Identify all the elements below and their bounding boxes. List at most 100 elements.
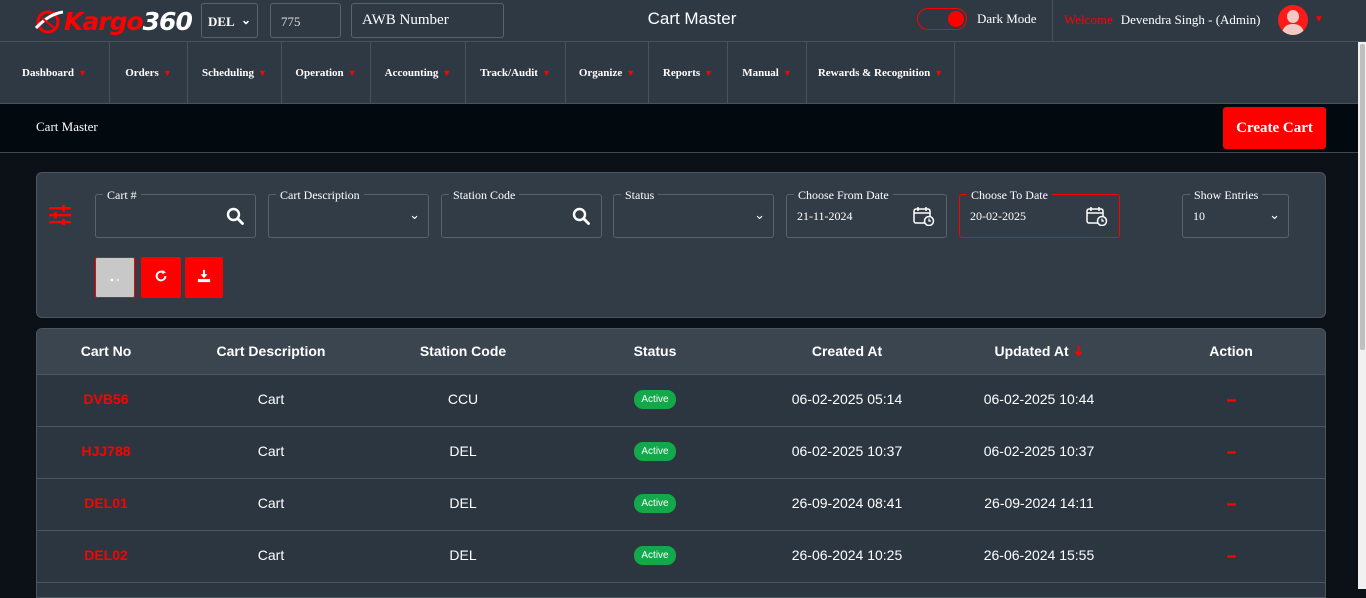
cell-station: DEL	[449, 547, 477, 563]
station-select[interactable]: DEL ⌄	[201, 3, 258, 38]
show-entries-value: 10	[1193, 209, 1205, 223]
cart-description-select[interactable]: Cart Description ⌄	[268, 188, 429, 238]
station-code-label: Station Code	[449, 188, 520, 202]
from-date-label: Choose From Date	[794, 188, 893, 202]
cell-action: •••	[1135, 443, 1325, 459]
dark-mode-label: Dark Mode	[977, 11, 1037, 26]
col-action: Action	[1209, 343, 1253, 359]
chevron-down-icon: ▼	[626, 68, 636, 78]
col-updated-at-label: Updated At	[994, 343, 1069, 359]
from-date-field[interactable]: Choose From Date 21-11-2024	[786, 188, 947, 238]
nav-operation[interactable]: Operation ▼	[282, 42, 371, 104]
nav-scheduling[interactable]: Scheduling ▼	[188, 42, 282, 104]
nav-dashboard[interactable]: Dashboard ▼	[0, 42, 110, 104]
nav-rewards-recognition[interactable]: Rewards & Recognition ▼	[807, 42, 955, 104]
nav-manual[interactable]: Manual ▼	[728, 42, 807, 104]
col-status[interactable]: Status	[559, 343, 751, 359]
filter-sliders-icon[interactable]	[49, 205, 71, 225]
loading-dots-icon	[110, 278, 120, 282]
cell-action: •••	[1135, 391, 1325, 407]
download-icon	[197, 269, 211, 283]
table-row[interactable]: DEL02 Cart DEL Active 26-06-2024 10:25 2…	[37, 531, 1325, 583]
cell-action: •••	[1135, 495, 1325, 511]
status-badge: Active	[634, 442, 676, 461]
sort-down-arrow-icon[interactable]	[1073, 345, 1084, 358]
to-date-field[interactable]: Choose To Date 20-02-2025	[959, 188, 1120, 238]
breadcrumb: Cart Master	[36, 119, 98, 134]
table-row[interactable]: DEL01 Cart DEL Active 26-09-2024 08:41 2…	[37, 479, 1325, 531]
cell-station: DEL	[449, 495, 477, 511]
top-bar: Kargo360 DEL ⌄ 775 AWB Number Cart Maste…	[0, 0, 1366, 42]
refresh-icon	[155, 269, 167, 282]
cart-no-link[interactable]: DEL02	[37, 547, 175, 563]
cell-station: DEL	[449, 443, 477, 459]
chevron-down-icon[interactable]: ▼	[1314, 14, 1324, 25]
status-select[interactable]: Status ⌄	[613, 188, 774, 238]
station-select-value: DEL	[208, 14, 235, 29]
search-icon[interactable]	[572, 207, 590, 225]
more-actions-icon[interactable]: •••	[1227, 447, 1237, 459]
cell-created: 26-09-2024 08:41	[791, 495, 903, 511]
user-avatar-icon[interactable]	[1278, 5, 1308, 35]
to-date-label: Choose To Date	[967, 188, 1052, 202]
status-label: Status	[621, 188, 659, 202]
cart-no-link[interactable]: DVB56	[37, 391, 175, 407]
refresh-button[interactable]	[141, 257, 181, 298]
cell-description: Cart	[257, 443, 285, 459]
chevron-down-icon: ▼	[162, 68, 172, 78]
cell-action: •••	[1135, 547, 1325, 563]
status-badge: Active	[634, 390, 676, 409]
table-row[interactable]: DVB56 Cart CCU Active 06-02-2025 05:14 0…	[37, 375, 1325, 427]
cell-created: 26-06-2024 10:25	[791, 547, 903, 563]
col-cart-description[interactable]: Cart Description	[175, 343, 367, 359]
main-navigation: Dashboard ▼ Orders ▼ Scheduling ▼ Operation…	[0, 42, 1358, 104]
cell-created: 06-02-2025 10:37	[791, 443, 903, 459]
calendar-icon[interactable]	[1086, 206, 1108, 226]
nav-accounting[interactable]: Accounting ▼	[371, 42, 466, 104]
station-code-field[interactable]: Station Code	[441, 188, 602, 238]
col-cart-no[interactable]: Cart No	[37, 343, 175, 359]
search-icon[interactable]	[226, 207, 244, 225]
cart-no-label: Cart #	[103, 188, 141, 202]
nav-reports[interactable]: Reports ▼	[649, 42, 728, 104]
cart-no-link[interactable]: HJJ788	[37, 443, 175, 459]
cart-no-link[interactable]: DEL01	[37, 495, 175, 511]
welcome-text: Welcome Devendra Singh - (Admin)	[1064, 12, 1260, 28]
chevron-down-icon: ▼	[442, 68, 452, 78]
search-button[interactable]	[95, 257, 135, 298]
create-cart-button[interactable]: Create Cart	[1223, 107, 1326, 149]
status-badge: Active	[634, 546, 676, 565]
more-actions-icon[interactable]: •••	[1227, 499, 1237, 511]
col-station-code[interactable]: Station Code	[367, 343, 559, 359]
cell-updated: 26-06-2024 15:55	[983, 547, 1095, 563]
cart-description-label: Cart Description	[276, 188, 364, 202]
nav-orders[interactable]: Orders ▼	[110, 42, 188, 104]
col-updated-at[interactable]: Updated At	[943, 343, 1135, 359]
cell-status: Active	[559, 493, 751, 513]
scrollbar-thumb[interactable]	[1360, 44, 1365, 350]
code-input[interactable]: 775	[270, 3, 341, 38]
col-created-at[interactable]: Created At	[751, 343, 943, 359]
chevron-down-icon: ▼	[541, 68, 551, 78]
cell-status: Active	[559, 545, 751, 565]
more-actions-icon[interactable]: •••	[1227, 395, 1237, 407]
cell-description: Cart	[257, 547, 285, 563]
app-logo[interactable]: Kargo360	[34, 5, 193, 37]
cart-no-field[interactable]: Cart #	[95, 188, 256, 238]
chevron-down-icon: ▼	[347, 68, 357, 78]
chevron-down-icon: ⌄	[1269, 208, 1280, 223]
nav-organize[interactable]: Organize ▼	[566, 42, 649, 104]
nav-track-audit[interactable]: Track/Audit ▼	[466, 42, 566, 104]
cell-description: Cart	[257, 391, 285, 407]
more-actions-icon[interactable]: •••	[1227, 551, 1237, 563]
show-entries-select[interactable]: Show Entries 10 ⌄	[1182, 188, 1289, 238]
divider	[1052, 0, 1053, 42]
dark-mode-toggle[interactable]	[917, 8, 967, 30]
awb-number-input[interactable]: AWB Number	[351, 3, 504, 38]
filter-panel: Cart # Cart Description ⌄ Station Code S…	[36, 172, 1326, 318]
download-button[interactable]	[185, 257, 223, 298]
calendar-icon[interactable]	[913, 206, 935, 226]
status-badge: Active	[634, 494, 676, 513]
sub-header: Cart Master Create Cart	[0, 104, 1358, 153]
table-row[interactable]: HJJ788 Cart DEL Active 06-02-2025 10:37 …	[37, 427, 1325, 479]
